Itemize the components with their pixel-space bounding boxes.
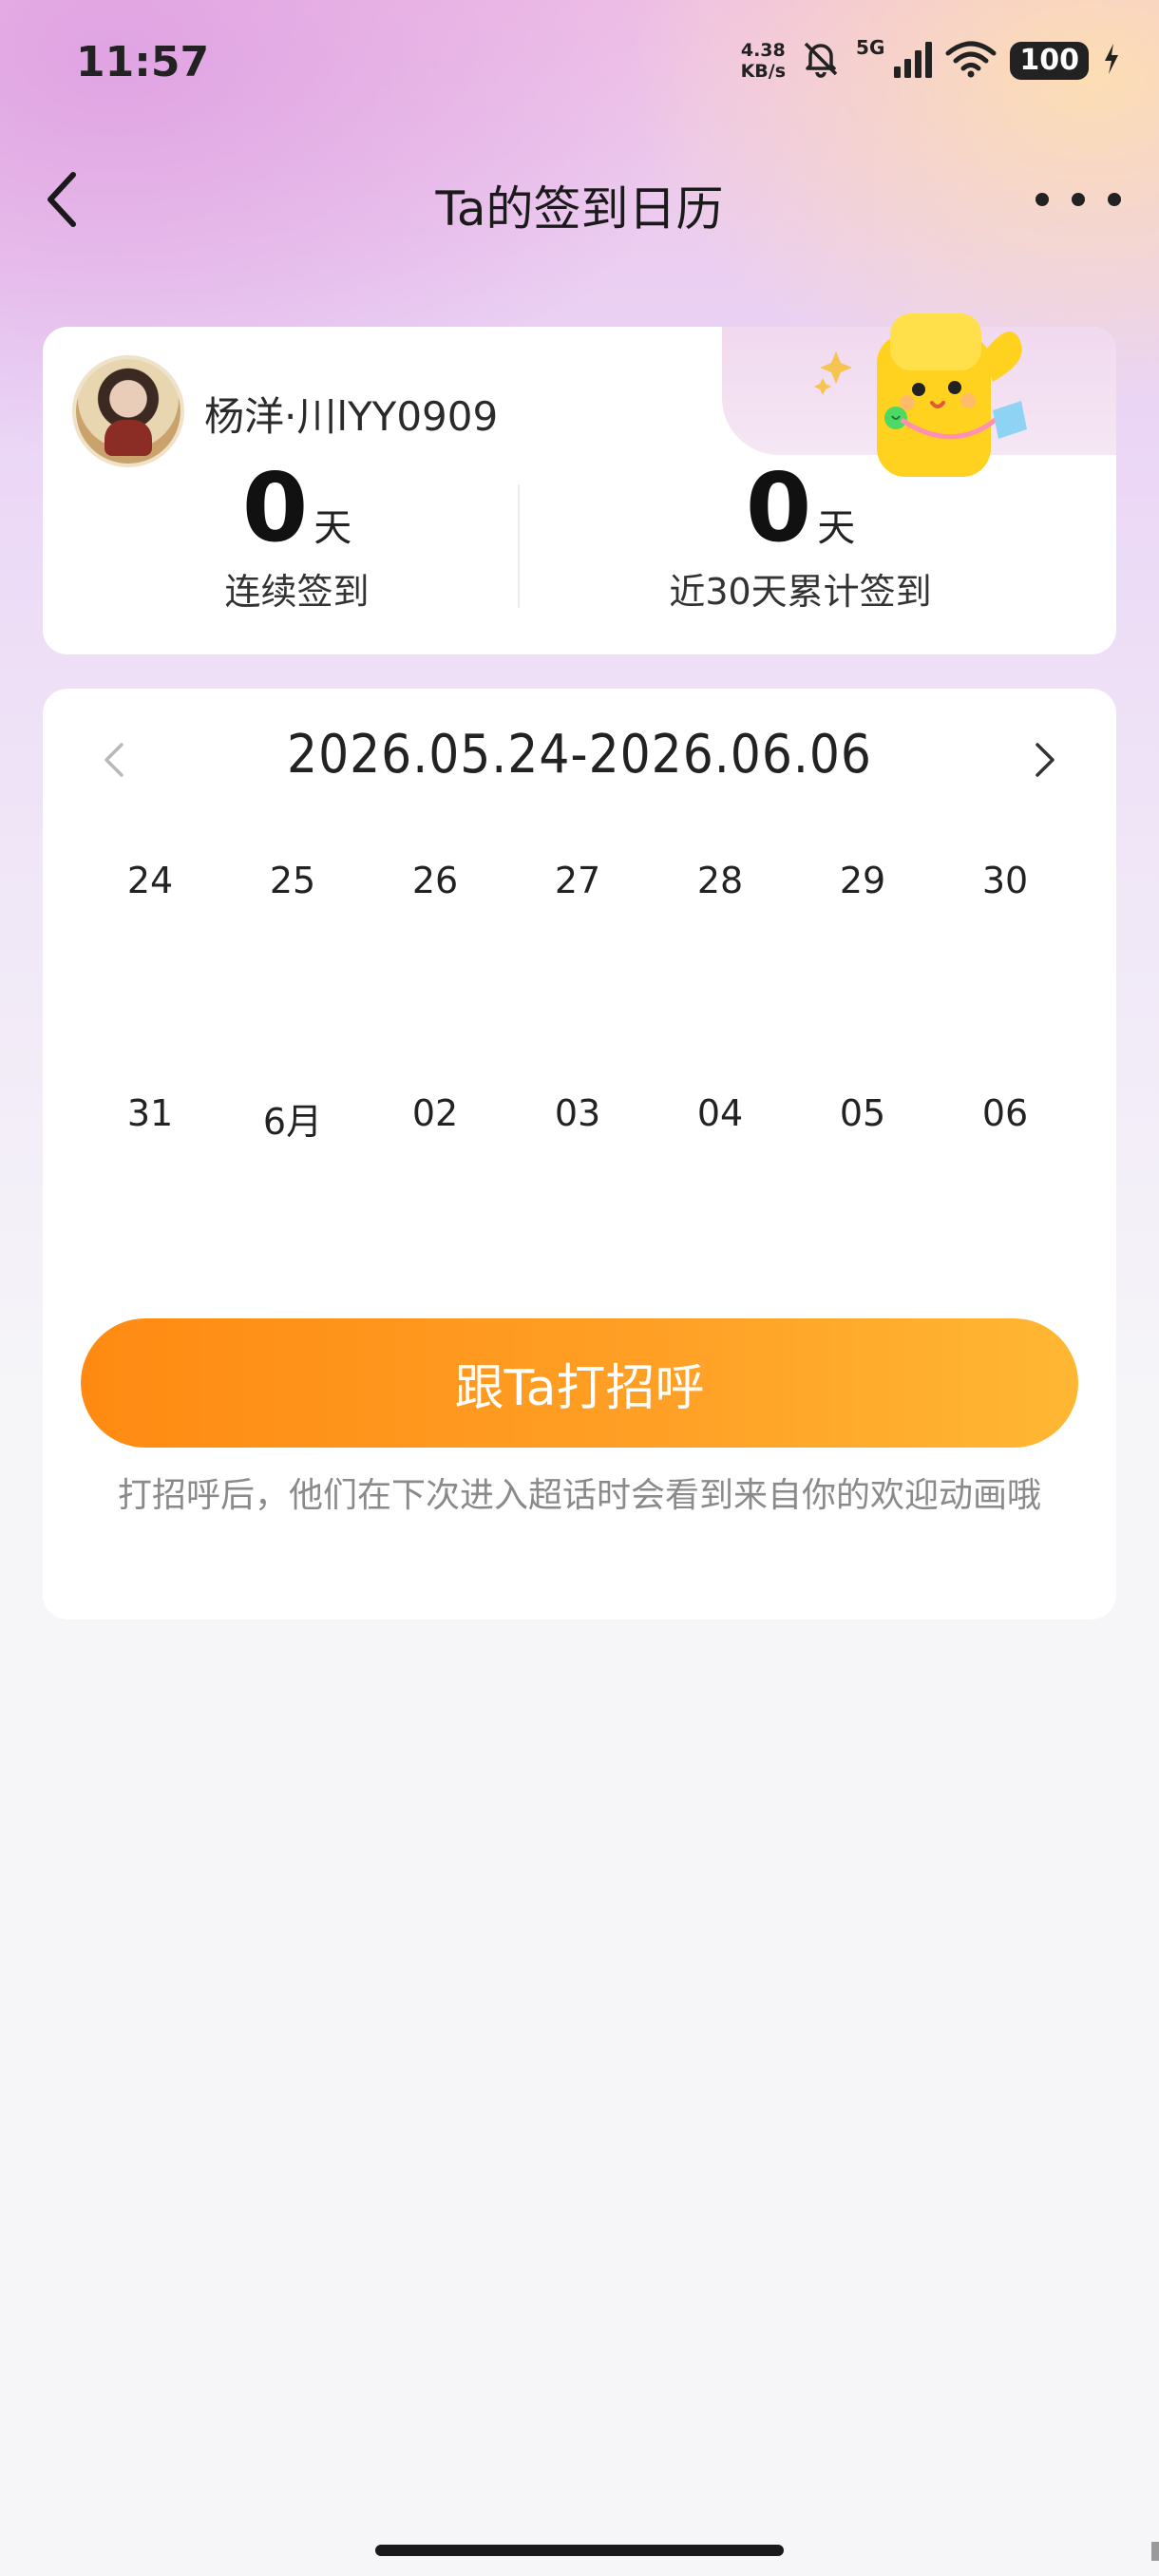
edge-handle	[1151, 2542, 1159, 2561]
signal-bars-icon	[892, 40, 933, 82]
calendar-day[interactable]: 26	[364, 860, 506, 901]
calendar-day[interactable]: 28	[649, 860, 791, 901]
charging-icon	[1102, 42, 1121, 80]
calendar-day[interactable]: 03	[506, 1092, 649, 1145]
calendar-day[interactable]: 31	[79, 1092, 221, 1145]
calendar-day[interactable]: 06	[934, 1092, 1076, 1145]
wifi-icon	[945, 40, 997, 82]
stat-divider	[518, 484, 520, 608]
greet-button[interactable]: 跟Ta打招呼	[81, 1318, 1078, 1448]
last30-days-unit: 天	[817, 506, 856, 550]
status-icons: 4.38 KB/s 5G 100	[741, 32, 1121, 89]
home-indicator[interactable]	[375, 2545, 784, 2556]
calendar-week-row: 24 25 26 27 28 29 30	[79, 860, 1076, 901]
more-options-button[interactable]	[1036, 180, 1121, 218]
page-title: Ta的签到日历	[435, 181, 724, 237]
calendar-day[interactable]: 24	[79, 860, 221, 901]
calendar-day[interactable]: 30	[934, 860, 1076, 901]
status-time: 11:57	[76, 38, 210, 86]
calendar-day[interactable]: 29	[791, 860, 934, 901]
nav-bar: Ta的签到日历	[0, 142, 1159, 256]
avatar[interactable]	[76, 359, 180, 464]
calendar-day[interactable]: 27	[506, 860, 649, 901]
last30-days-value: 0	[745, 452, 812, 563]
calendar-day[interactable]: 04	[649, 1092, 791, 1145]
status-bar: 11:57 4.38 KB/s 5G 100	[0, 0, 1159, 123]
network-speed: 4.38 KB/s	[740, 40, 787, 82]
consecutive-days-unit: 天	[314, 506, 352, 550]
battery-level: 100	[1010, 42, 1089, 80]
calendar-day[interactable]: 02	[364, 1092, 506, 1145]
calendar-day[interactable]: 05	[791, 1092, 934, 1145]
username: 杨洋·川lYY0909	[204, 393, 499, 440]
next-range-button[interactable]	[1021, 731, 1069, 788]
last30-days-label: 近30天累计签到	[669, 571, 932, 613]
network-type: 5G	[856, 36, 885, 59]
more-dot-icon	[1108, 193, 1121, 206]
calendar-date-range: 2026.05.24-2026.06.06	[287, 724, 872, 786]
calendar-day[interactable]: 6月	[221, 1092, 364, 1145]
consecutive-signin-stat: 0天 连续签到	[43, 456, 551, 615]
consecutive-days-value: 0	[241, 452, 309, 563]
more-dot-icon	[1072, 193, 1085, 206]
calendar-day[interactable]: 25	[221, 860, 364, 901]
consecutive-days-label: 连续签到	[224, 571, 370, 613]
more-dot-icon	[1036, 193, 1049, 206]
last30-signin-stat: 0天 近30天累计签到	[537, 456, 1064, 615]
calendar-week-row: 31 6月 02 03 04 05 06	[79, 1092, 1076, 1145]
chevron-right-icon	[1036, 743, 1054, 777]
greet-hint-text: 打招呼后，他们在下次进入超话时会看到来自你的欢迎动画哦	[117, 1476, 1041, 1515]
mute-bell-icon	[799, 37, 843, 85]
